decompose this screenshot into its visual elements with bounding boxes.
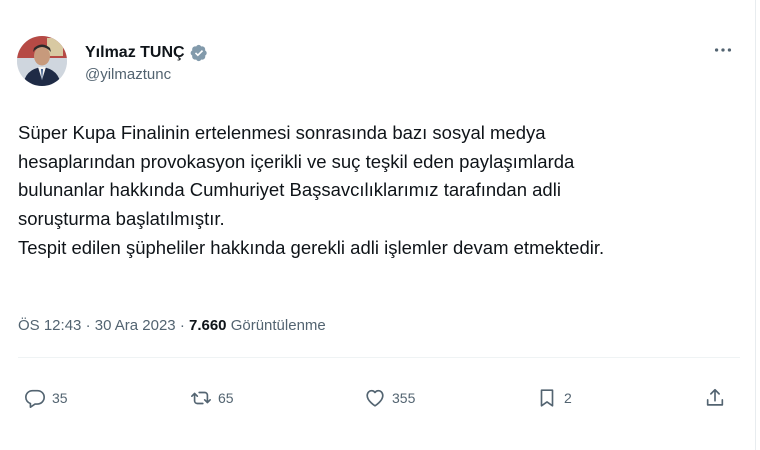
post-header: Yılmaz TUNÇ @yilmaztunc <box>17 36 740 100</box>
action-bar: 35 65 355 2 <box>0 383 760 413</box>
reply-count: 35 <box>52 390 68 406</box>
meta-separator: · <box>85 317 91 334</box>
handle[interactable]: @yilmaztunc <box>85 66 208 83</box>
display-name-row: Yılmaz TUNÇ <box>85 42 208 64</box>
more-horizontal-icon[interactable] <box>708 38 738 62</box>
repost-icon <box>191 391 211 405</box>
post-text-line: bulunanlar hakkında Cumhuriyet Başsavcıl… <box>18 179 561 201</box>
reply-icon <box>25 389 45 408</box>
post-text: Süper Kupa Finalinin ertelenmesi sonrası… <box>18 119 738 263</box>
verified-badge-icon <box>190 44 207 62</box>
avatar-image <box>17 36 67 86</box>
display-name[interactable]: Yılmaz TUNÇ <box>85 44 185 62</box>
post-text-line: hesaplarından provokasyon içerikli ve su… <box>18 150 575 172</box>
author-names: Yılmaz TUNÇ @yilmaztunc <box>85 42 208 83</box>
post-meta: ÖS 12:43 · 30 Ara 2023 · 7.660 Görüntüle… <box>18 317 326 334</box>
post-text-line: Süper Kupa Finalinin ertelenmesi sonrası… <box>18 122 546 143</box>
post-text-line: Tespit edilen şüpheliler hakkında gerekl… <box>18 236 605 258</box>
post-time[interactable]: ÖS 12:43 <box>18 317 81 334</box>
post-text-line: soruşturma başlatılmıştır. <box>18 208 225 230</box>
repost-count: 65 <box>218 390 234 406</box>
post-date[interactable]: 30 Ara 2023 <box>95 317 176 334</box>
divider <box>18 357 740 358</box>
meta-separator: · <box>179 317 185 334</box>
views-label: Görüntülenme <box>230 317 326 334</box>
bookmark-button[interactable]: 2 <box>536 383 572 413</box>
bookmark-count: 2 <box>564 390 572 406</box>
share-icon <box>706 388 724 406</box>
share-button[interactable] <box>704 383 726 413</box>
reply-button[interactable]: 35 <box>24 383 68 413</box>
bookmark-icon <box>540 389 554 407</box>
repost-button[interactable]: 65 <box>190 383 234 413</box>
views-count: 7.660 <box>188 317 227 334</box>
like-count: 355 <box>392 390 416 406</box>
heart-icon <box>366 389 384 407</box>
like-button[interactable]: 355 <box>364 383 415 413</box>
avatar[interactable] <box>17 36 67 86</box>
